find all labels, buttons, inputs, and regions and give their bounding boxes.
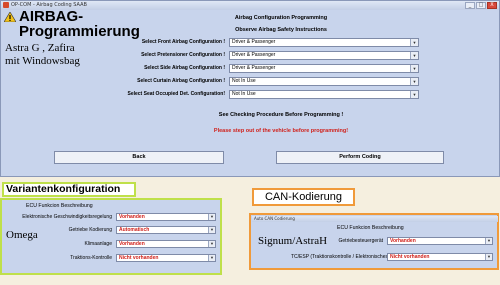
- back-button[interactable]: Back: [54, 151, 224, 164]
- pretensioner-select[interactable]: Driver & Passenger ▼: [229, 51, 419, 60]
- airbag-title-line2: Programmierung: [19, 23, 140, 40]
- curtain-airbag-label: Select Curtain Airbag Configuration !: [137, 78, 225, 84]
- chevron-down-icon: ▼: [208, 241, 215, 247]
- esp-select[interactable]: Nicht vorhanden ▼: [387, 253, 493, 261]
- can-coding-panel: Auto CAN Codierung ECU Funkcion Beschrei…: [249, 213, 499, 270]
- warning-text: Please step out of the vehicle before pr…: [213, 128, 349, 134]
- can-row-label: Getriebesteuergerät: [338, 238, 383, 244]
- transmission-coding-select[interactable]: Automatisch ▼: [116, 226, 216, 234]
- close-button[interactable]: X: [487, 2, 497, 9]
- variant-column-header: ECU Funkcion Beschreibung: [26, 203, 93, 209]
- airbag-programming-title: AIRBAG- Programmierung: [19, 9, 140, 39]
- signum-astra-caption: Signum/AstraH: [258, 235, 328, 247]
- chevron-down-icon: ▼: [410, 52, 418, 59]
- vehicle-models-line1: Astra G , Zafira: [5, 42, 75, 54]
- can-row-value: Nicht vorhanden: [390, 254, 430, 260]
- side-airbag-select[interactable]: Driver & Passenger ▼: [229, 64, 419, 73]
- variant-row-value: Vorhanden: [119, 214, 145, 220]
- side-airbag-label: Select Side Airbag Configuration !: [144, 65, 225, 71]
- chevron-down-icon: ▼: [410, 91, 418, 98]
- page-heading: Airbag Configuration Programming: [234, 15, 328, 21]
- front-airbag-value: Driver & Passenger: [232, 39, 276, 45]
- airbag-title-line1: AIRBAG-: [19, 8, 84, 25]
- omega-caption: Omega: [6, 229, 38, 241]
- variant-row-value: Vorhanden: [119, 241, 145, 247]
- variant-config-label: Variantenkonfiguration: [2, 182, 136, 197]
- variant-config-panel: ECU Funkcion Beschreibung Elektronische …: [0, 198, 222, 275]
- can-row-label: TC/ESP (Traktionskontrolle / Elektronisc…: [291, 254, 434, 260]
- can-coding-label: CAN-Kodierung: [252, 188, 355, 206]
- seat-occupied-value: Not In Use: [232, 91, 256, 97]
- seat-occupied-select[interactable]: Not In Use ▼: [229, 90, 419, 99]
- chevron-down-icon: ▼: [208, 214, 215, 220]
- variant-row-value: Nicht vorhanden: [119, 255, 159, 261]
- cruise-control-select[interactable]: Vorhanden ▼: [116, 213, 216, 221]
- traction-control-select[interactable]: Nicht vorhanden ▼: [116, 254, 216, 262]
- can-window-titlebar: Auto CAN Codierung: [252, 216, 498, 222]
- air-conditioning-select[interactable]: Vorhanden ▼: [116, 240, 216, 248]
- curtain-airbag-select[interactable]: Not In Use ▼: [229, 77, 419, 86]
- chevron-down-icon: ▼: [410, 78, 418, 85]
- vehicle-models-caption: Astra G , Zafira mit Windowsbag: [5, 42, 80, 68]
- chevron-down-icon: ▼: [208, 255, 215, 261]
- variant-row-label: Elektronische Geschwindigkeitsregelung: [22, 214, 112, 220]
- can-row-value: Vorhanden: [390, 238, 416, 244]
- chevron-down-icon: ▼: [485, 254, 492, 260]
- can-column-header: ECU Funkcion Beschreibung: [337, 225, 404, 231]
- side-airbag-value: Driver & Passenger: [232, 65, 276, 71]
- transmission-ecu-select[interactable]: Vorhanden ▼: [387, 237, 493, 245]
- pretensioner-value: Driver & Passenger: [232, 52, 276, 58]
- front-airbag-select[interactable]: Driver & Passenger ▼: [229, 38, 419, 47]
- safety-instructions: Observe Airbag Safety Instructions: [235, 27, 327, 33]
- minimize-button[interactable]: _: [465, 2, 475, 9]
- curtain-airbag-value: Not In Use: [232, 78, 256, 84]
- variant-row-label: Traktions-Kontrolle: [70, 255, 112, 261]
- warning-sign-icon: [3, 7, 17, 23]
- vehicle-models-line2: mit Windowsbag: [5, 55, 80, 67]
- checking-procedure-text: See Checking Procedure Before Programmin…: [218, 112, 344, 118]
- chevron-down-icon: ▼: [410, 39, 418, 46]
- pretensioner-label: Select Pretensioner Configuration !: [141, 52, 225, 58]
- seat-occupied-label: Select Seat Occupied Det. Configuration!: [127, 91, 225, 97]
- chevron-down-icon: ▼: [208, 227, 215, 233]
- chevron-down-icon: ▼: [485, 238, 492, 244]
- perform-coding-button[interactable]: Perform Coding: [276, 151, 444, 164]
- can-window-title: Auto CAN Codierung: [254, 216, 295, 221]
- variant-row-value: Automatisch: [119, 227, 150, 233]
- chevron-down-icon: ▼: [410, 65, 418, 72]
- maximize-button[interactable]: □: [476, 2, 486, 9]
- variant-row-label: Klimaanlage: [84, 241, 112, 247]
